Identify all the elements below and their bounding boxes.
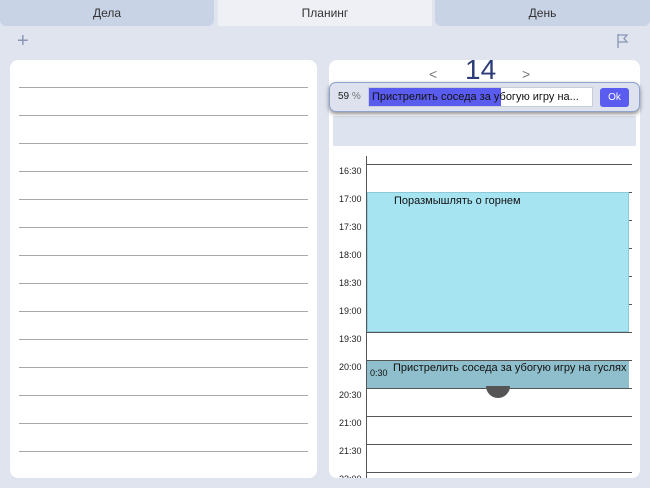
ruled-line bbox=[19, 311, 308, 312]
tab-label: Дела bbox=[92, 6, 122, 20]
ruled-line bbox=[19, 171, 308, 172]
time-slot-line bbox=[366, 164, 632, 165]
progress-slider[interactable]: Пристрелить соседа за убогую игру на... bbox=[368, 87, 593, 107]
ruled-line bbox=[19, 143, 308, 144]
ruled-line bbox=[19, 367, 308, 368]
time-label: 20:30 bbox=[339, 390, 362, 400]
ruled-line bbox=[19, 339, 308, 340]
ruled-line bbox=[19, 87, 308, 88]
task-list-panel bbox=[10, 60, 317, 478]
time-label: 18:30 bbox=[339, 278, 362, 288]
event-duration: 0:30 bbox=[370, 368, 388, 378]
tab-den[interactable]: День bbox=[435, 0, 650, 26]
ruled-line bbox=[19, 227, 308, 228]
time-slot-line bbox=[366, 444, 632, 445]
progress-percent: 59 % bbox=[338, 91, 361, 102]
prev-day-arrow[interactable]: < bbox=[429, 66, 437, 82]
ruled-line bbox=[19, 283, 308, 284]
next-day-arrow[interactable]: > bbox=[522, 66, 530, 82]
ok-button[interactable]: Ok bbox=[600, 88, 629, 107]
time-label: 18:00 bbox=[339, 250, 362, 260]
percent-value: 59 bbox=[338, 91, 350, 102]
percent-sign: % bbox=[351, 91, 361, 102]
ruled-line bbox=[19, 395, 308, 396]
tab-planing[interactable]: Планинг bbox=[218, 0, 432, 26]
tab-label: Планинг bbox=[301, 6, 349, 20]
event-block[interactable]: 0:30 Пристрелить соседа за убогую игру н… bbox=[367, 361, 629, 388]
tab-label: День bbox=[528, 6, 557, 20]
time-label: 21:00 bbox=[339, 418, 362, 428]
ruled-line bbox=[19, 255, 308, 256]
task-progress-popup: 59 % Пристрелить соседа за убогую игру н… bbox=[329, 82, 640, 112]
time-label: 17:30 bbox=[339, 222, 362, 232]
event-title: Пристрелить соседа за убогую игру на гус… bbox=[393, 362, 627, 374]
time-label: 21:30 bbox=[339, 446, 362, 456]
ruled-line bbox=[19, 115, 308, 116]
time-label: 16:30 bbox=[339, 166, 362, 176]
plus-icon[interactable]: + bbox=[17, 31, 29, 51]
time-label: 19:30 bbox=[339, 334, 362, 344]
resize-handle[interactable] bbox=[486, 386, 510, 398]
flag-icon[interactable] bbox=[617, 34, 629, 48]
time-label: 20:00 bbox=[339, 362, 362, 372]
day-schedule-panel: < 14 > Поразмышлять о горнем 0:30 Пристр… bbox=[329, 60, 640, 478]
time-slot-line bbox=[366, 472, 632, 473]
tab-dela[interactable]: Дела bbox=[0, 0, 214, 26]
tab-bar: Дела Планинг День bbox=[0, 0, 650, 26]
event-block[interactable]: Поразмышлять о горнем bbox=[367, 192, 629, 332]
ruled-line bbox=[19, 451, 308, 452]
ruled-line bbox=[19, 199, 308, 200]
time-label: 22:00 bbox=[339, 474, 362, 478]
ruled-line bbox=[19, 423, 308, 424]
event-title: Поразмышлять о горнем bbox=[394, 195, 521, 207]
all-day-band bbox=[333, 116, 636, 146]
time-slot-line bbox=[366, 332, 632, 333]
time-label: 17:00 bbox=[339, 194, 362, 204]
time-slot-line bbox=[366, 416, 632, 417]
progress-task-title: Пристрелить соседа за убогую игру на... bbox=[372, 91, 579, 103]
time-label: 19:00 bbox=[339, 306, 362, 316]
